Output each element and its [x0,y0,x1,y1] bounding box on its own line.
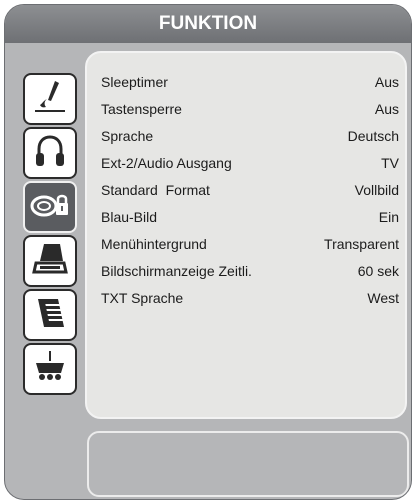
item-value: Aus [374,101,399,117]
item-value: TV [381,155,399,171]
item-value: Ein [378,209,399,225]
menu-item-sleeptimer[interactable]: Sleeptimer Aus [101,71,399,93]
antenna-install-icon [30,239,70,284]
menu-item-osd-timeout[interactable]: Bildschirmanzeige Zeitli. 60 sek [101,260,399,282]
item-label: Bildschirmanzeige Zeitli. [101,263,252,279]
category-sources-button[interactable] [23,289,77,341]
menu-item-ext2-audio[interactable]: Ext-2/Audio Ausgang TV [101,152,399,174]
function-lock-icon [28,185,72,230]
item-label: Sleeptimer [101,74,168,90]
item-value: 60 sek [357,263,399,279]
item-label: Ext-2/Audio Ausgang [101,155,232,171]
scart-connector-icon [30,347,70,392]
item-label: Blau-Bild [101,209,158,225]
menu-title-bar: FUNKTION [5,5,411,43]
item-label: Standard Format [101,182,210,198]
menu-window: FUNKTION Sleeptimer Aus Tastensperre Aus… [4,4,412,500]
category-function-button[interactable] [23,181,77,233]
item-label: Menühintergrund [101,236,207,252]
menu-title: FUNKTION [158,13,258,34]
menu-item-standard-format[interactable]: Standard Format Vollbild [101,179,399,201]
settings-panel: Sleeptimer Aus Tastensperre Aus Sprache … [85,51,407,419]
picture-brush-icon [30,77,70,122]
category-install-button[interactable] [23,235,77,287]
menu-item-sprache[interactable]: Sprache Deutsch [101,125,399,147]
item-value: West [367,290,399,306]
category-sound-button[interactable] [23,127,77,179]
info-panel [87,431,409,497]
item-label: Sprache [101,128,154,144]
headphones-icon [30,131,70,176]
item-value: Deutsch [347,128,399,144]
item-value: Aus [374,74,399,90]
item-label: Tastensperre [101,101,182,117]
category-av-button[interactable] [23,343,77,395]
item-value: Vollbild [354,182,399,198]
menu-item-tastensperre[interactable]: Tastensperre Aus [101,98,399,120]
menu-item-menuehintergrund[interactable]: Menühintergrund Transparent [101,233,399,255]
document-list-icon [30,293,70,338]
item-value: Transparent [324,236,399,252]
item-label: TXT Sprache [101,290,184,306]
menu-item-txt-sprache[interactable]: TXT Sprache West [101,287,399,309]
menu-item-blau-bild[interactable]: Blau-Bild Ein [101,206,399,228]
category-picture-button[interactable] [23,73,77,125]
